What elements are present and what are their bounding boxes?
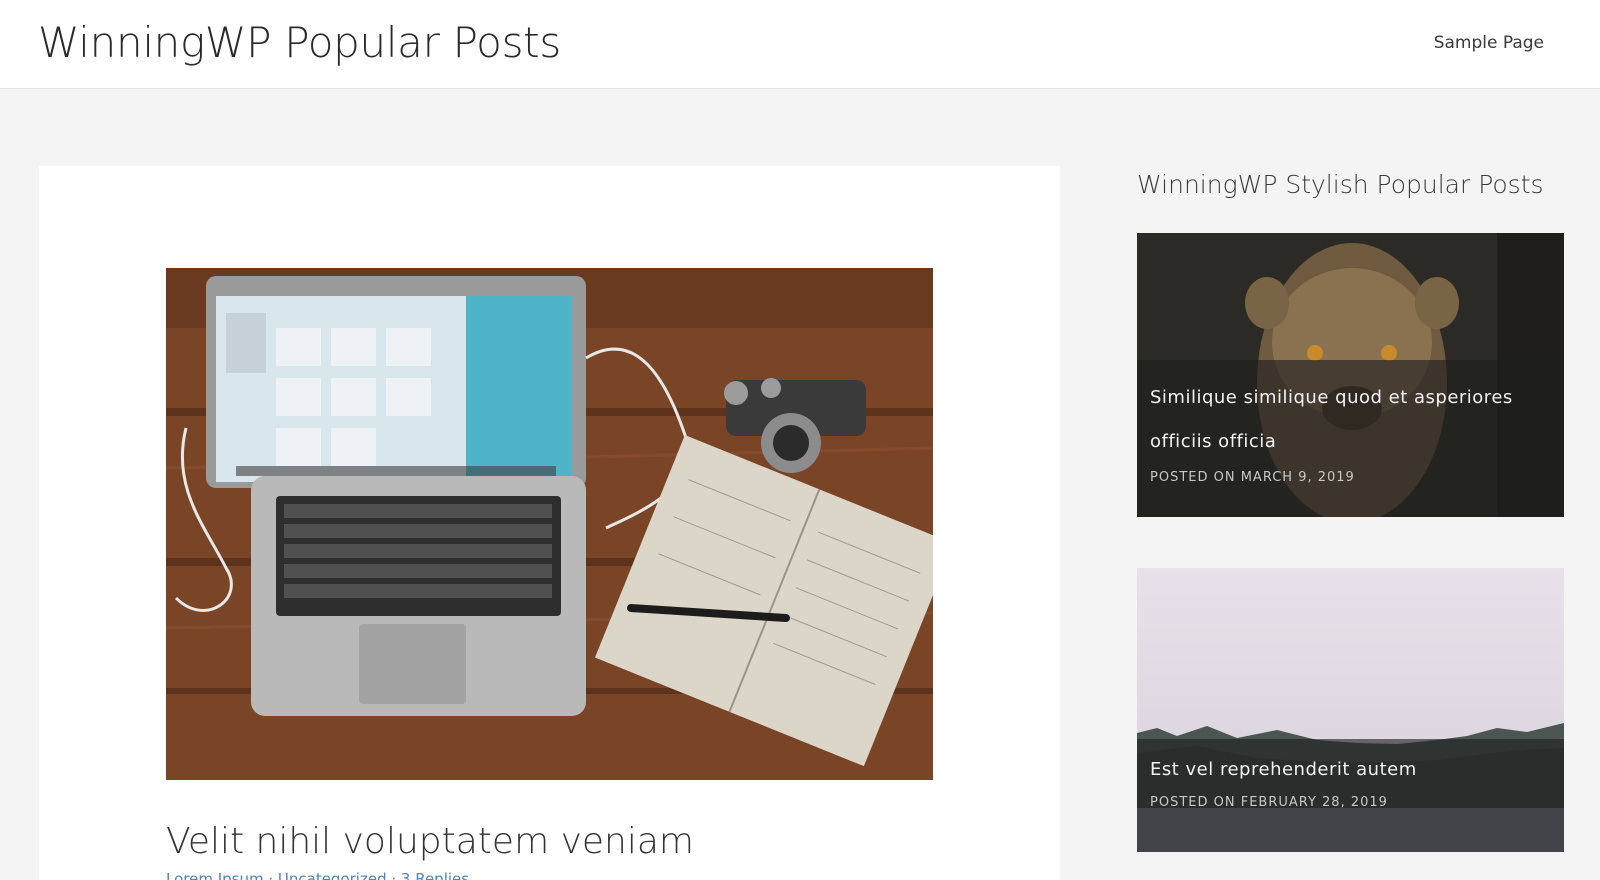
nav-link-sample-page[interactable]: Sample Page [1434,33,1544,53]
popular-post-overlay: Est vel reprehenderit autem POSTED ON FE… [1137,739,1564,852]
site-title-link[interactable]: WinningWP Popular Posts [38,18,561,67]
widget-title: WinningWP Stylish Popular Posts [1137,170,1544,199]
featured-image[interactable] [166,268,933,780]
popular-post-date: POSTED ON MARCH 9, 2019 [1150,470,1355,485]
featured-image-art [166,268,933,780]
popular-post-date: POSTED ON FEBRUARY 28, 2019 [1150,795,1388,810]
popular-post-title[interactable]: Similique similique quod et asperiores o… [1150,376,1551,464]
popular-post-title[interactable]: Est vel reprehenderit autem [1150,755,1551,785]
post-meta[interactable]: Lorem Ipsum · Uncategorized · 3 Replies [166,870,469,880]
post-card: Velit nihil voluptatem veniam Lorem Ipsu… [39,166,1060,880]
popular-post-card[interactable]: Est vel reprehenderit autem POSTED ON FE… [1137,568,1564,852]
popular-post-card[interactable]: Similique similique quod et asperiores o… [1137,233,1564,517]
site-header: WinningWP Popular Posts Sample Page [0,0,1600,89]
popular-post-overlay: Similique similique quod et asperiores o… [1137,360,1564,517]
post-title-link[interactable]: Velit nihil voluptatem veniam [166,821,694,862]
